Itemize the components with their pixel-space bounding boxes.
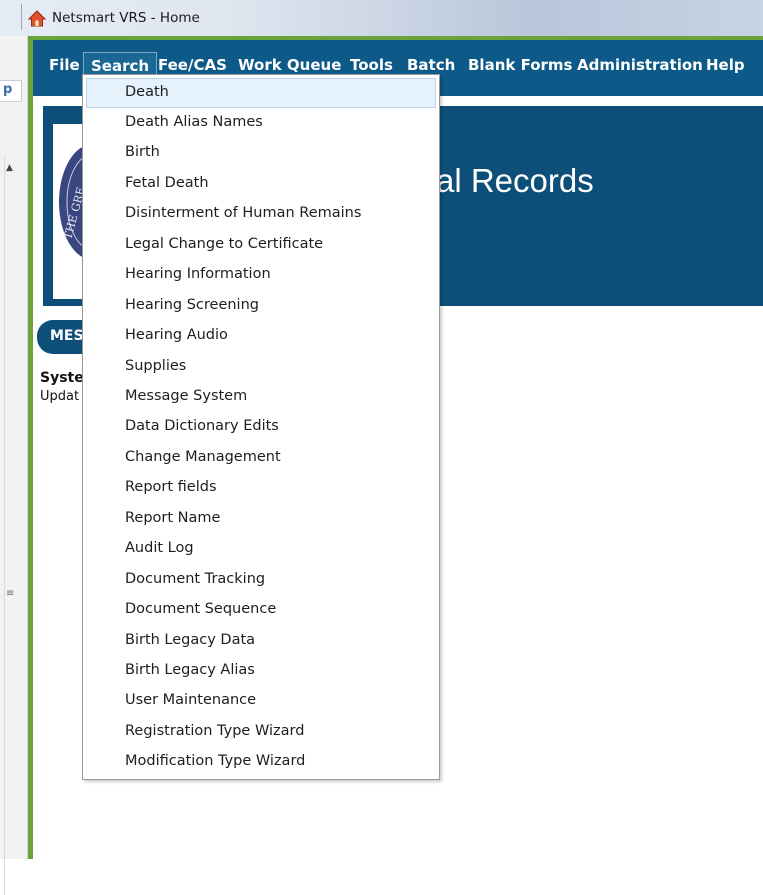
- menu-item-label: Modification Type Wizard: [125, 753, 306, 769]
- menu-item-message-system[interactable]: Message System: [83, 383, 439, 413]
- menu-item-hearing-information[interactable]: Hearing Information: [83, 261, 439, 291]
- menu-item-label: Message System: [125, 388, 248, 404]
- scroll-up-arrow-icon[interactable]: ▲: [6, 163, 18, 175]
- menu-item-label: Change Management: [125, 449, 281, 465]
- menu-item-modification-type-wizard[interactable]: Modification Type Wizard: [83, 748, 439, 778]
- menu-item-label: Hearing Screening: [125, 297, 259, 313]
- menu-item-user-maintenance[interactable]: User Maintenance: [83, 687, 439, 717]
- menu-item-label: Birth Legacy Alias: [125, 662, 255, 678]
- menu-item-label: User Maintenance: [125, 692, 257, 708]
- search-dropdown-menu: Death Death Alias Names Birth Fetal Deat…: [82, 74, 440, 780]
- system-message-heading: Syste: [40, 370, 84, 386]
- menu-item-label: Supplies: [125, 358, 187, 374]
- menu-item-disinterment[interactable]: Disinterment of Human Remains: [83, 200, 439, 230]
- menu-item-label: Death: [125, 84, 169, 100]
- menu-item-label: Document Sequence: [125, 601, 277, 617]
- left-panel-strip: p ▲ ≡: [0, 36, 28, 895]
- menu-item-hearing-screening[interactable]: Hearing Screening: [83, 292, 439, 322]
- menu-item-label: Report Name: [125, 510, 221, 526]
- menu-item-label: Hearing Information: [125, 266, 271, 282]
- menu-item-report-fields[interactable]: Report fields: [83, 474, 439, 504]
- menu-item-label: Hearing Audio: [125, 327, 228, 343]
- menu-item-birth[interactable]: Birth: [83, 139, 439, 169]
- menu-item-document-sequence[interactable]: Document Sequence: [83, 596, 439, 626]
- menu-item-label: Report fields: [125, 479, 217, 495]
- home-icon: [28, 10, 46, 27]
- menu-item-label: Birth: [125, 144, 160, 160]
- menu-item-change-management[interactable]: Change Management: [83, 444, 439, 474]
- menu-item-label: Document Tracking: [125, 571, 266, 587]
- menu-item-supplies[interactable]: Supplies: [83, 353, 439, 383]
- messages-tab-label: MES: [50, 328, 84, 344]
- menu-item-label: Disinterment of Human Remains: [125, 205, 362, 221]
- menu-item-label: Fetal Death: [125, 175, 209, 191]
- menu-item-report-name[interactable]: Report Name: [83, 505, 439, 535]
- menu-item-death[interactable]: Death: [86, 78, 436, 108]
- menu-item-document-tracking[interactable]: Document Tracking: [83, 566, 439, 596]
- menu-item-label: Birth Legacy Data: [125, 632, 256, 648]
- banner-title: al Records: [436, 162, 594, 199]
- menu-item-label: Legal Change to Certificate: [125, 236, 324, 252]
- system-message-text: Updat: [40, 389, 80, 404]
- menu-file[interactable]: File: [42, 52, 87, 78]
- menu-item-label: Registration Type Wizard: [125, 723, 305, 739]
- window-titlebar: Netsmart VRS - Home: [0, 0, 763, 36]
- side-tab-label: p: [3, 82, 13, 97]
- menu-administration[interactable]: Administration: [570, 52, 710, 78]
- menu-item-label: Audit Log: [125, 540, 194, 556]
- menu-item-label: Data Dictionary Edits: [125, 418, 279, 434]
- strip-divider: [4, 156, 5, 895]
- menu-item-death-alias-names[interactable]: Death Alias Names: [83, 109, 439, 139]
- scroll-grip-icon[interactable]: ≡: [6, 588, 14, 599]
- menu-item-legal-change[interactable]: Legal Change to Certificate: [83, 231, 439, 261]
- menu-item-registration-type-wizard[interactable]: Registration Type Wizard: [83, 718, 439, 748]
- menu-item-birth-legacy-alias[interactable]: Birth Legacy Alias: [83, 657, 439, 687]
- titlebar-separator: [21, 4, 22, 30]
- menu-item-label: Death Alias Names: [125, 114, 263, 130]
- menu-item-data-dictionary-edits[interactable]: Data Dictionary Edits: [83, 413, 439, 443]
- menu-item-audit-log[interactable]: Audit Log: [83, 535, 439, 565]
- menu-help[interactable]: Help: [699, 52, 752, 78]
- window-title: Netsmart VRS - Home: [52, 10, 200, 26]
- menu-item-fetal-death[interactable]: Fetal Death: [83, 170, 439, 200]
- side-tab[interactable]: p: [0, 80, 22, 102]
- menu-blank-forms[interactable]: Blank Forms: [461, 52, 579, 78]
- menu-item-birth-legacy-data[interactable]: Birth Legacy Data: [83, 627, 439, 657]
- menu-item-hearing-audio[interactable]: Hearing Audio: [83, 322, 439, 352]
